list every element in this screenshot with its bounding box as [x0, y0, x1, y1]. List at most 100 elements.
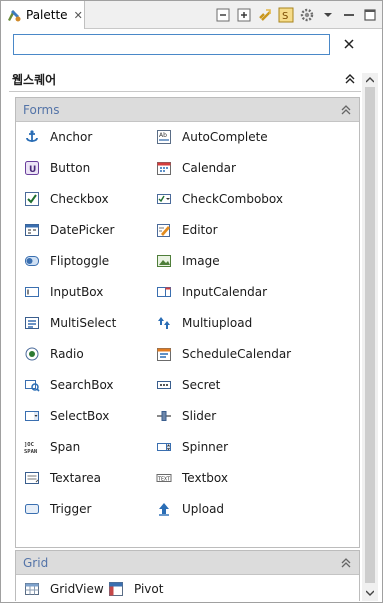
minimize-icon[interactable] [341, 7, 357, 23]
palette-item-label: Slider [182, 409, 217, 423]
checkbox-icon [25, 192, 39, 206]
gear-icon[interactable] [299, 7, 315, 23]
palette-item-span[interactable]: ]OC SPAN Span [24, 438, 80, 456]
palette-item-label: Spinner [182, 440, 229, 454]
palette-item-label: InputCalendar [182, 285, 268, 299]
palette-item-schedulecalendar[interactable]: ScheduleCalendar [156, 345, 291, 363]
palette-item-inputbox[interactable]: InputBox [24, 283, 103, 301]
palette-item-datepicker[interactable]: DatePicker [24, 221, 114, 239]
image-icon [157, 255, 171, 267]
fliptoggle-icon [25, 256, 39, 266]
palette-item-label: Button [50, 161, 91, 175]
svg-text:Ab: Ab [159, 132, 167, 139]
palette-item-textbox[interactable]: TEXT Textbox [156, 469, 228, 487]
clear-search-icon[interactable] [341, 36, 357, 52]
palette-item-image[interactable]: Image [156, 252, 220, 270]
trigger-icon [25, 504, 39, 514]
palette-item-trigger[interactable]: Trigger [24, 500, 91, 518]
palette-item-checkcombobox[interactable]: CheckCombobox [156, 190, 283, 208]
palette-item-searchbox[interactable]: SearchBox [24, 376, 114, 394]
button-icon: U [25, 161, 39, 175]
palette-item-label: Textbox [182, 471, 228, 485]
palette-item-multiselect[interactable]: MultiSelect [24, 314, 116, 332]
radio-icon [25, 347, 39, 361]
palette-item-calendar[interactable]: Calendar [156, 159, 236, 177]
palette-root-header[interactable]: 웹스퀘어 [9, 65, 361, 93]
drawer-grid-header[interactable]: Grid [16, 551, 359, 575]
multiupload-icon [158, 317, 170, 329]
palette-item-label: Fliptoggle [50, 254, 110, 268]
svg-text:SPAN: SPAN [24, 449, 37, 455]
drawer-forms-header[interactable]: Forms [16, 98, 359, 122]
palette-item-upload[interactable]: Upload [156, 500, 224, 518]
collapse-double-chevron-icon[interactable] [345, 74, 355, 84]
svg-text:]OC: ]OC [24, 442, 34, 448]
maximize-icon[interactable] [362, 7, 378, 23]
palette-icon [8, 10, 21, 22]
palette-item-secret[interactable]: Secret [156, 376, 220, 394]
palette-item-multiupload[interactable]: Multiupload [156, 314, 252, 332]
palette-item-inputcalendar[interactable]: InputCalendar [156, 283, 267, 301]
vertical-scrollbar[interactable] [362, 73, 378, 601]
palette-item-label: ScheduleCalendar [182, 347, 292, 361]
pivot-icon [109, 582, 123, 596]
palette-item-gridview[interactable]: GridView [24, 580, 104, 598]
autocomplete-icon: Ab [157, 130, 171, 144]
view-tab-bar: Palette ✕ S [1, 1, 382, 29]
scroll-up-arrow-icon[interactable] [362, 73, 378, 87]
palette-item-textarea[interactable]: Textarea [24, 469, 101, 487]
collapse-double-chevron-icon[interactable] [341, 105, 351, 115]
palette-item-label: Checkbox [50, 192, 109, 206]
palette-item-label: GridView [50, 582, 104, 596]
span-icon: ]OCSPAN [24, 442, 37, 455]
secret-icon [157, 381, 171, 389]
collapse-all-icon[interactable] [215, 7, 231, 23]
close-icon[interactable]: ✕ [74, 9, 83, 22]
anchor-icon [26, 130, 38, 142]
schedulecalendar-icon [157, 348, 171, 361]
inputcalendar-icon [157, 287, 171, 297]
settings-palette-icon[interactable]: S [278, 7, 294, 23]
scroll-down-arrow-icon[interactable] [362, 585, 378, 601]
svg-text:S: S [282, 11, 288, 22]
palette-item-slider[interactable]: Slider [156, 407, 216, 425]
palette-root-title: 웹스퀘어 [12, 72, 57, 87]
link-icon[interactable] [257, 7, 273, 23]
palette-item-fliptoggle[interactable]: Fliptoggle [24, 252, 109, 270]
divider [9, 91, 361, 92]
palette-item-label: Calendar [182, 161, 236, 175]
expand-all-icon[interactable] [236, 7, 252, 23]
palette-item-label: CheckCombobox [182, 192, 283, 206]
palette-item-label: Secret [182, 378, 221, 392]
palette-item-anchor[interactable]: Anchor [24, 128, 92, 146]
spinner-icon [157, 443, 171, 451]
search-input[interactable] [13, 34, 330, 55]
palette-item-spinner[interactable]: Spinner [156, 438, 228, 456]
palette-item-label: Trigger [50, 502, 92, 516]
palette-item-pivot[interactable]: Pivot [108, 580, 163, 598]
palette-item-label: Pivot [134, 582, 164, 596]
palette-item-button[interactable]: U Button [24, 159, 90, 177]
tab-palette[interactable]: Palette ✕ [1, 1, 85, 29]
palette-item-label: SelectBox [50, 409, 110, 423]
scrollbar-thumb[interactable] [365, 87, 375, 583]
inputbox-icon [25, 287, 39, 297]
checkcombobox-icon [157, 194, 171, 204]
drawer-forms-title: Forms [23, 102, 60, 117]
svg-text:TEXT: TEXT [158, 477, 170, 483]
palette-item-autocomplete[interactable]: Ab AutoComplete [156, 128, 268, 146]
palette-item-radio[interactable]: Radio [24, 345, 84, 363]
selectbox-icon [25, 411, 39, 421]
collapse-double-chevron-icon[interactable] [341, 558, 351, 568]
palette-item-editor[interactable]: Editor [156, 221, 218, 239]
drawer-grid: Grid GridView Pivot [15, 550, 360, 601]
upload-icon [159, 503, 169, 516]
palette-item-label: Upload [182, 502, 225, 516]
palette-item-selectbox[interactable]: SelectBox [24, 407, 109, 425]
palette-item-checkbox[interactable]: Checkbox [24, 190, 109, 208]
drawer-grid-title: Grid [23, 555, 49, 570]
textbox-icon: TEXT [156, 474, 172, 483]
palette-item-label: Image [182, 254, 220, 268]
palette-item-label: DatePicker [50, 223, 115, 237]
view-menu-chevron-icon[interactable] [320, 7, 336, 23]
